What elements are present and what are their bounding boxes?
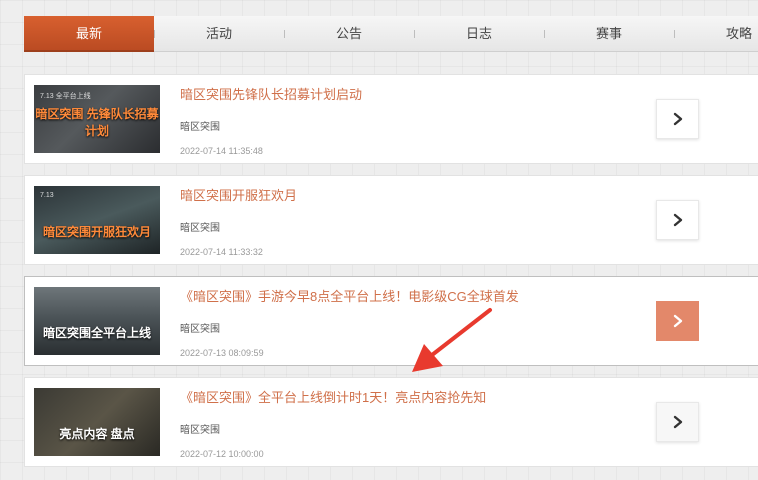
tab-announcements[interactable]: 公告	[284, 16, 414, 52]
news-item[interactable]: 7.13 暗区突围开服狂欢月 暗区突围开服狂欢月 暗区突围 2022-07-14…	[24, 175, 758, 265]
category-tabs: 最新 活动 公告 日志 赛事 攻略	[24, 16, 758, 52]
thumbnail-caption: 暗区突围 先锋队长招募计划	[35, 107, 159, 138]
news-source: 暗区突围	[180, 324, 220, 335]
news-thumbnail[interactable]: 亮点内容 盘点	[34, 388, 160, 456]
news-date: 2022-07-13 08:09:59	[180, 348, 264, 358]
news-title[interactable]: 《暗区突围》手游今早8点全平台上线！电影级CG全球首发	[180, 286, 519, 305]
news-date: 2022-07-14 11:35:48	[180, 146, 263, 156]
chevron-right-icon	[673, 213, 682, 227]
news-title[interactable]: 《暗区突围》全平台上线倒计时1天！亮点内容抢先知	[180, 387, 486, 406]
tab-guides[interactable]: 攻略	[674, 16, 758, 52]
open-news-button[interactable]	[656, 402, 699, 442]
chevron-right-icon	[673, 415, 682, 429]
news-thumbnail[interactable]: 7.13 全平台上线 暗区突围 先锋队长招募计划	[34, 85, 160, 153]
chevron-right-icon	[673, 112, 682, 126]
tab-tournaments[interactable]: 赛事	[544, 16, 674, 52]
news-date: 2022-07-12 10:00:00	[180, 449, 264, 459]
open-news-button[interactable]	[656, 200, 699, 240]
thumbnail-caption: 暗区突围开服狂欢月	[42, 225, 151, 239]
open-news-button[interactable]	[656, 301, 699, 341]
news-item[interactable]: 暗区突围全平台上线 《暗区突围》手游今早8点全平台上线！电影级CG全球首发 暗区…	[24, 276, 758, 366]
news-item[interactable]: 亮点内容 盘点 《暗区突围》全平台上线倒计时1天！亮点内容抢先知 暗区突围 20…	[24, 377, 758, 467]
news-item[interactable]: 7.13 全平台上线 暗区突围 先锋队长招募计划 暗区突围先锋队长招募计划启动 …	[24, 74, 758, 164]
thumbnail-caption: 暗区突围全平台上线	[42, 326, 151, 340]
news-source: 暗区突围	[180, 223, 220, 234]
tab-events[interactable]: 活动	[154, 16, 284, 52]
open-news-button[interactable]	[656, 99, 699, 139]
news-title[interactable]: 暗区突围先锋队长招募计划启动	[180, 84, 362, 103]
tab-logs[interactable]: 日志	[414, 16, 544, 52]
news-thumbnail[interactable]: 7.13 暗区突围开服狂欢月	[34, 186, 160, 254]
thumbnail-badge: 7.13 全平台上线	[40, 93, 91, 100]
thumbnail-badge: 7.13	[40, 192, 54, 199]
news-date: 2022-07-14 11:33:32	[180, 247, 263, 257]
tab-latest[interactable]: 最新	[24, 16, 154, 52]
news-source: 暗区突围	[180, 425, 220, 436]
thumbnail-caption: 亮点内容 盘点	[59, 427, 135, 441]
news-source: 暗区突围	[180, 122, 220, 133]
news-title[interactable]: 暗区突围开服狂欢月	[180, 185, 297, 204]
chevron-right-icon	[673, 314, 682, 328]
news-thumbnail[interactable]: 暗区突围全平台上线	[34, 287, 160, 355]
